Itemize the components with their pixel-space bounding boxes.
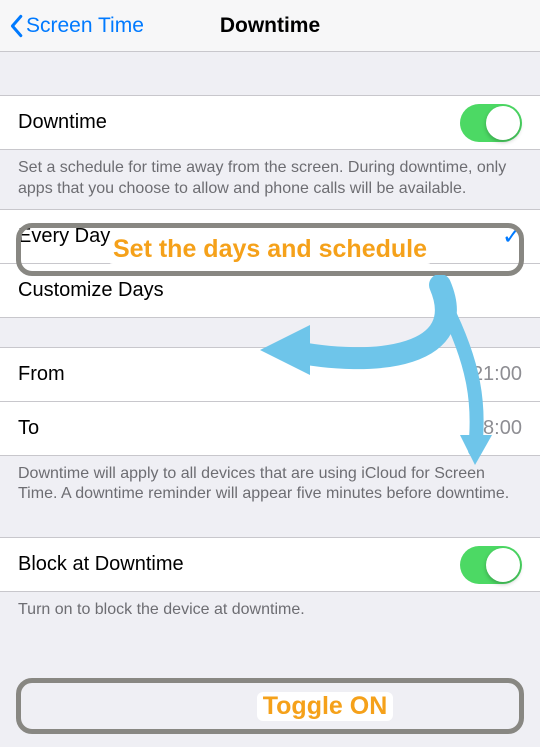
block-downtime-label: Block at Downtime <box>18 553 460 576</box>
back-button[interactable]: Screen Time <box>8 14 144 38</box>
block-footer: Turn on to block the device at downtime. <box>0 592 540 631</box>
annotation-callout-toggle: Toggle ON <box>16 678 524 734</box>
page-title: Downtime <box>220 14 320 38</box>
downtime-toggle[interactable] <box>460 104 522 142</box>
time-footer: Downtime will apply to all devices that … <box>0 456 540 516</box>
customize-days-label: Customize Days <box>18 279 522 302</box>
checkmark-icon: ✓ <box>502 222 522 251</box>
customize-days-row[interactable]: Customize Days <box>0 263 540 318</box>
downtime-label: Downtime <box>18 111 460 134</box>
to-row[interactable]: To 08:00 <box>0 401 540 456</box>
to-label: To <box>18 417 472 440</box>
annotation-callout-toggle-text: Toggle ON <box>257 692 394 721</box>
block-downtime-row: Block at Downtime <box>0 537 540 592</box>
block-downtime-toggle[interactable] <box>460 546 522 584</box>
downtime-row: Downtime <box>0 95 540 150</box>
every-day-row[interactable]: Every Day ✓ <box>0 209 540 264</box>
back-label: Screen Time <box>26 14 144 38</box>
navigation-bar: Screen Time Downtime <box>0 0 540 52</box>
from-value: 21:00 <box>472 363 522 386</box>
chevron-left-icon <box>8 14 24 38</box>
to-value: 08:00 <box>472 417 522 440</box>
every-day-label: Every Day <box>18 225 502 248</box>
from-row[interactable]: From 21:00 <box>0 347 540 402</box>
downtime-description: Set a schedule for time away from the sc… <box>0 150 540 210</box>
from-label: From <box>18 363 472 386</box>
